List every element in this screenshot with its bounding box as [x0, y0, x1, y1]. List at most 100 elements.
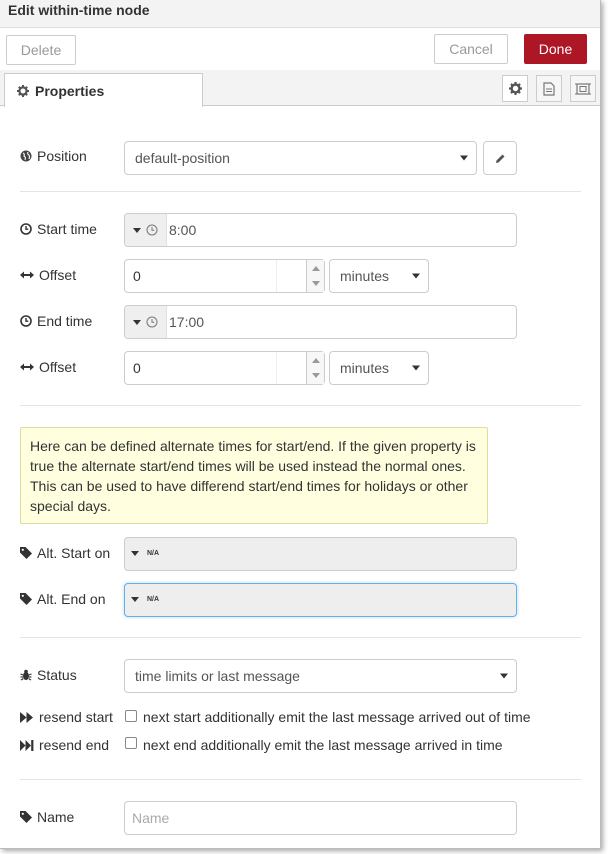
position-label: Position [20, 148, 87, 164]
appearance-tab-button[interactable] [570, 75, 596, 102]
name-input[interactable] [124, 801, 517, 835]
divider [20, 637, 581, 638]
end-offset-spinner[interactable]: 0 [124, 351, 325, 385]
caret-down-icon [133, 227, 141, 233]
alt-start-value: N/A [147, 550, 160, 557]
delete-button[interactable]: Delete [6, 35, 76, 65]
chevron-down-icon [412, 365, 420, 371]
start-offset-label: Offset [20, 267, 76, 283]
alt-end-label-text: Alt. End on [37, 591, 106, 607]
spinner-arrows[interactable] [306, 352, 324, 384]
end-time-value: 17:00 [169, 314, 205, 330]
start-time-input[interactable]: 8:00 [124, 213, 517, 247]
name-label-text: Name [37, 809, 75, 825]
spinner-up-icon[interactable] [312, 266, 320, 271]
done-button[interactable]: Done [524, 34, 587, 64]
tag-icon [20, 547, 32, 559]
gear-icon [508, 82, 522, 95]
arrows-h-icon [20, 271, 34, 279]
start-time-label-text: Start time [37, 221, 97, 237]
resend-end-text: next end additionally emit the last mess… [143, 737, 503, 753]
tray-header: Edit within-time node [0, 0, 600, 28]
position-select[interactable]: default-position [124, 141, 477, 175]
clock-icon [146, 316, 158, 328]
tray-title: Edit within-time node [8, 2, 150, 18]
arrows-h-icon [20, 363, 34, 371]
chevron-down-icon [412, 273, 420, 279]
clock-icon [20, 223, 32, 235]
globe-icon [20, 150, 32, 162]
gear-icon [17, 84, 29, 97]
alt-start-input[interactable]: N/A [124, 537, 517, 571]
end-offset-unit-value: minutes [340, 360, 390, 376]
caret-down-icon[interactable] [131, 597, 139, 602]
start-offset-value: 0 [133, 268, 141, 284]
bug-icon [20, 669, 32, 681]
tab-properties[interactable]: Properties [4, 73, 203, 107]
alt-start-label: Alt. Start on [20, 545, 110, 561]
resend-start-label: resend start [20, 709, 113, 725]
status-label-text: Status [37, 667, 77, 683]
position-select-value: default-position [135, 150, 230, 166]
spinner-down-icon[interactable] [312, 281, 320, 286]
alt-end-label: Alt. End on [20, 591, 106, 607]
edit-tray: Edit within-time node Delete Cancel Done… [0, 0, 601, 849]
alternate-times-tip: Here can be defined alternate times for … [20, 427, 488, 524]
tag-icon [20, 811, 32, 823]
end-offset-label-text: Offset [39, 359, 77, 375]
end-offset-label: Offset [20, 359, 76, 375]
start-offset-spinner[interactable]: 0 [124, 259, 325, 293]
alt-end-input[interactable]: N/A [124, 583, 517, 617]
resend-end-label: resend end [20, 737, 109, 753]
tab-properties-label: Properties [35, 82, 105, 99]
chevron-down-icon [500, 673, 508, 679]
clock-icon [20, 315, 32, 327]
pencil-icon [495, 154, 504, 163]
alt-start-label-text: Alt. Start on [37, 545, 111, 561]
caret-down-icon [133, 319, 141, 325]
divider [20, 405, 581, 406]
alt-end-value: N/A [147, 596, 160, 603]
status-select-value: time limits or last message [135, 668, 300, 684]
divider [20, 191, 581, 192]
start-offset-unit-select[interactable]: minutes [329, 259, 429, 293]
forward-icon [20, 711, 33, 723]
start-time-label: Start time [20, 221, 97, 237]
resend-start-text: next start additionally emit the last me… [143, 709, 531, 725]
resend-start-checkbox[interactable] [125, 710, 137, 722]
chevron-down-icon [460, 155, 468, 161]
cancel-button[interactable]: Cancel [434, 34, 508, 64]
resend-start-label-text: resend start [39, 709, 113, 725]
frame-icon [575, 82, 591, 95]
spinner-up-icon[interactable] [312, 358, 320, 363]
status-label: Status [20, 667, 77, 683]
edit-position-button[interactable] [483, 141, 517, 175]
divider [276, 260, 277, 292]
end-time-input[interactable]: 17:00 [124, 305, 517, 339]
step-forward-icon [20, 739, 34, 751]
start-offset-label-text: Offset [39, 267, 77, 283]
document-icon [543, 81, 555, 96]
status-select[interactable]: time limits or last message [124, 659, 517, 693]
end-time-label: End time [20, 313, 92, 329]
resend-end-checkbox[interactable] [125, 737, 137, 749]
start-time-type-button[interactable] [125, 214, 167, 246]
caret-down-icon[interactable] [131, 551, 139, 556]
end-offset-unit-select[interactable]: minutes [329, 351, 429, 385]
divider [20, 779, 581, 780]
spinner-down-icon[interactable] [312, 373, 320, 378]
settings-tab-button[interactable] [502, 75, 528, 102]
name-label: Name [20, 809, 74, 825]
end-time-label-text: End time [37, 313, 93, 329]
spinner-arrows[interactable] [306, 260, 324, 292]
resend-end-label-text: resend end [39, 737, 110, 753]
description-tab-button[interactable] [536, 75, 562, 102]
clock-icon [146, 224, 158, 236]
end-time-type-button[interactable] [125, 306, 167, 338]
end-offset-value: 0 [133, 360, 141, 376]
position-label-text: Position [37, 148, 87, 164]
divider [276, 352, 277, 384]
start-time-value: 8:00 [169, 222, 197, 238]
tag-icon [20, 593, 32, 605]
start-offset-unit-value: minutes [340, 268, 390, 284]
